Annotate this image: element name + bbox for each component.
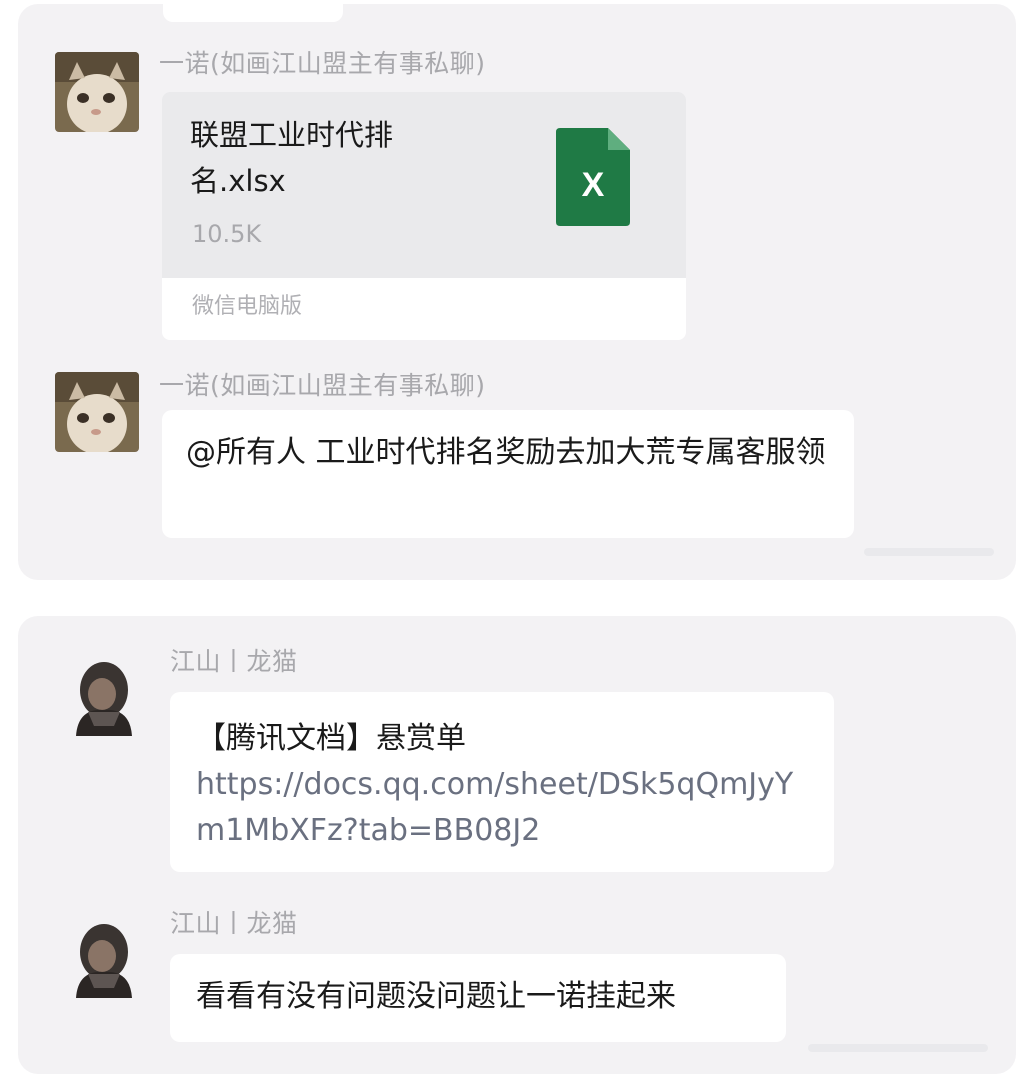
excel-icon-letter: X bbox=[582, 166, 605, 204]
text-message-bubble[interactable]: 看看有没有问题没问题让一诺挂起来 bbox=[170, 954, 786, 1042]
sender-name: 江山丨龙猫 bbox=[170, 909, 298, 938]
file-message-card[interactable]: 联盟工业时代排名.xlsx 10.5K 微信电脑版 X bbox=[162, 92, 686, 340]
message-text: @所有人 工业时代排名奖励去加大荒专属客服领 bbox=[186, 435, 826, 470]
chat-panel-top: 一诺(如画江山盟主有事私聊) 联盟工业时代排名.xlsx 10.5K 微信电脑版… bbox=[18, 4, 1016, 580]
dark-character-avatar-icon[interactable] bbox=[66, 918, 142, 998]
excel-file-icon: X bbox=[556, 128, 630, 226]
file-source-label: 微信电脑版 bbox=[192, 294, 303, 319]
message-text: 【腾讯文档】悬赏单 bbox=[196, 721, 466, 756]
dark-character-avatar-icon[interactable] bbox=[66, 656, 142, 736]
file-size: 10.5K bbox=[192, 220, 262, 248]
file-name: 联盟工业时代排名.xlsx bbox=[190, 118, 394, 198]
previous-message-bubble-fragment bbox=[163, 4, 343, 22]
cat-avatar-icon[interactable] bbox=[55, 52, 139, 132]
document-link[interactable]: https://docs.qq.com/sheet/DSk5qQmJyYm1Mb… bbox=[196, 762, 808, 854]
chat-panel-bottom: 江山丨龙猫 【腾讯文档】悬赏单 https://docs.qq.com/shee… bbox=[18, 616, 1016, 1074]
sender-name: 一诺(如画江山盟主有事私聊) bbox=[159, 371, 486, 400]
sender-name: 江山丨龙猫 bbox=[170, 647, 298, 676]
sender-name: 一诺(如画江山盟主有事私聊) bbox=[159, 49, 486, 78]
watermark bbox=[808, 1044, 988, 1052]
watermark bbox=[864, 548, 994, 556]
message-text: 看看有没有问题没问题让一诺挂起来 bbox=[196, 979, 676, 1014]
text-message-bubble[interactable]: @所有人 工业时代排名奖励去加大荒专属客服领 bbox=[162, 410, 854, 538]
text-message-bubble[interactable]: 【腾讯文档】悬赏单 https://docs.qq.com/sheet/DSk5… bbox=[170, 692, 834, 872]
cat-avatar-icon[interactable] bbox=[55, 372, 139, 452]
